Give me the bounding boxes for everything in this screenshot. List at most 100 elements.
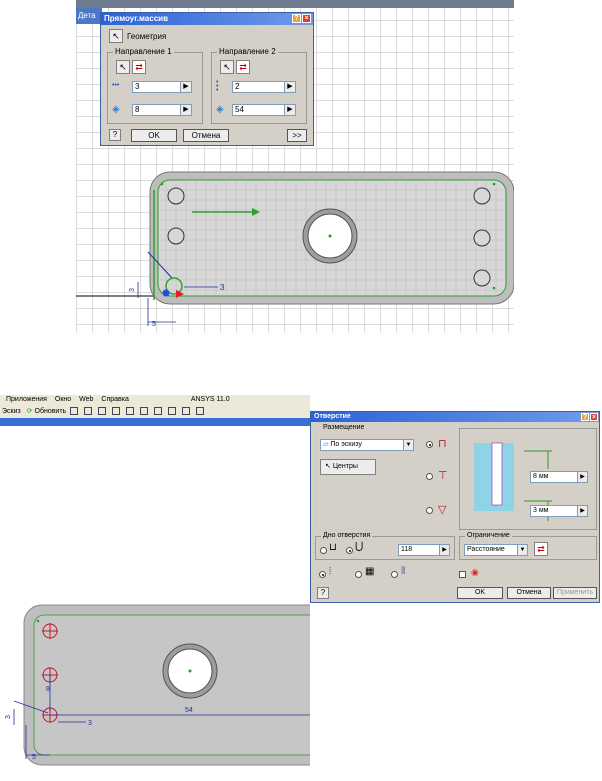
tool-icon[interactable] [112, 407, 121, 416]
cancel-button[interactable]: Отмена [183, 129, 229, 142]
help-icon[interactable]: ? [292, 14, 301, 23]
arrow-right-icon[interactable]: ▶ [284, 82, 295, 92]
tool-icon[interactable] [70, 407, 79, 416]
hole-sketch-canvas: 8 54 3 3 5 [5, 604, 310, 766]
dim-vertical-8[interactable]: 8 [46, 686, 50, 693]
tool-icon[interactable] [125, 407, 134, 416]
centers-label: Центры [332, 463, 358, 470]
menu-item[interactable]: Приложения [6, 396, 47, 403]
placement-group: Размещение ▱ По эскизу ▼ ↖ Центры ⊓ ⊤ ▽ [315, 423, 455, 530]
toolbar: Эскиз ⟳ Обновить [0, 405, 310, 418]
ok-button[interactable]: OK [131, 129, 177, 142]
dim-3[interactable]: 3 [88, 720, 92, 727]
direction-2-count-field[interactable]: 2 ▶ [232, 81, 296, 93]
arrow-right-icon[interactable]: ▶ [180, 82, 191, 92]
angle-bottom-radio[interactable] [346, 547, 353, 554]
direction-2-count: 2 [235, 82, 240, 91]
direction-2-distance: 54 [235, 105, 244, 114]
flip-direction-1-icon[interactable]: ⇄ [132, 60, 146, 74]
apply-button[interactable]: Применить [553, 587, 597, 599]
angle-value: 118 [401, 546, 413, 553]
hole-left-middle[interactable] [167, 227, 185, 245]
placement-dropdown[interactable]: ▱ По эскизу ▼ [320, 439, 414, 451]
arrow-right-icon[interactable]: ▶ [180, 105, 191, 115]
hole-right-bottom[interactable] [473, 269, 491, 287]
tool-icon[interactable] [153, 407, 162, 416]
direction-1-distance: 8 [135, 105, 140, 114]
arrow-right-icon[interactable]: ▶ [439, 545, 449, 555]
corner-point [36, 619, 40, 623]
seed-hole-center[interactable] [162, 289, 170, 297]
arrow-right-icon[interactable]: ▶ [577, 506, 587, 516]
hole-right-middle[interactable] [473, 229, 491, 247]
update-button[interactable]: Обновить [35, 408, 67, 415]
centers-select-button[interactable]: ↖ Центры [320, 459, 376, 475]
counterbore-radio[interactable] [426, 473, 433, 480]
dim-5[interactable]: 5 [32, 754, 36, 761]
direction-1-count: 3 [135, 82, 140, 91]
hole-left-top[interactable] [167, 187, 185, 205]
hole-right-top[interactable] [473, 187, 491, 205]
help-button-icon[interactable]: ? [317, 587, 329, 599]
countersink-icon: ▽ [438, 504, 447, 516]
simple-hole-radio[interactable] [319, 571, 326, 578]
direction-2-select-button[interactable]: ↖ [220, 60, 234, 74]
ipart-checkbox[interactable] [459, 571, 466, 578]
corner-point [160, 182, 164, 186]
more-button[interactable]: >> [287, 129, 307, 142]
tool-icon[interactable] [195, 407, 204, 416]
flat-bottom-radio[interactable] [320, 547, 327, 554]
flip-limit-icon[interactable]: ⇄ [534, 542, 548, 556]
direction-1-select-button[interactable]: ↖ [116, 60, 130, 74]
hole-preview: 8 мм ▶ 3 мм ▶ [459, 428, 597, 530]
close-icon[interactable]: × [590, 412, 598, 421]
help-button-icon[interactable]: ? [109, 129, 121, 141]
menu-item[interactable]: Web [79, 396, 93, 403]
geometry-select-button[interactable]: ↖ [109, 29, 123, 43]
tool-icon[interactable] [84, 407, 93, 416]
placement-option-radio[interactable] [426, 441, 433, 448]
direction-1-distance-field[interactable]: 8 ▶ [132, 104, 192, 116]
chevron-down-icon[interactable]: ▼ [517, 545, 527, 555]
arrow-right-icon[interactable]: ▶ [577, 472, 587, 482]
flip-direction-2-icon[interactable]: ⇄ [236, 60, 250, 74]
chevron-down-icon[interactable]: ▼ [403, 440, 413, 450]
limit-group: Ограничение Расстояние ▼ ⇄ [459, 531, 597, 560]
hole-bore [491, 442, 503, 506]
thread-hole-radio[interactable] [391, 571, 398, 578]
menu-item[interactable]: Окно [55, 396, 71, 403]
countersink-radio[interactable] [426, 507, 433, 514]
tool-icon[interactable] [139, 407, 148, 416]
depth-top-field[interactable]: 8 мм ▶ [530, 471, 588, 483]
menu-item[interactable]: ANSYS 11.0 [191, 396, 230, 403]
counterbore-icon: ⊤ [438, 470, 448, 482]
sketch-button[interactable]: Эскиз [2, 408, 21, 415]
dim-horizontal[interactable]: 3 [220, 283, 225, 292]
dim-offset[interactable]: 5 [152, 321, 156, 328]
tool-icon[interactable] [98, 407, 107, 416]
cancel-button[interactable]: Отмена [507, 587, 551, 599]
depth-bottom-field[interactable]: 3 мм ▶ [530, 505, 588, 517]
limit-dropdown[interactable]: Расстояние ▼ [464, 544, 528, 556]
angle-field[interactable]: 118 ▶ [398, 544, 450, 556]
arrow-right-icon[interactable]: ▶ [284, 105, 295, 115]
close-icon[interactable]: × [302, 14, 311, 23]
hole-bottom-group: Дно отверстия ⊔ ⋃ 118 ▶ [315, 531, 455, 560]
tool-icon[interactable] [181, 407, 190, 416]
help-icon[interactable]: ? [581, 412, 589, 421]
dim-horizontal-54[interactable]: 54 [185, 707, 193, 714]
dim-vertical[interactable]: 3 [129, 288, 136, 292]
menu-item[interactable]: Справка [101, 396, 128, 403]
tapped-hole-radio[interactable] [355, 571, 362, 578]
placement-value: По эскизу [330, 441, 362, 448]
dialog-title: Прямоуг.массив [104, 14, 168, 23]
menu-bar: Приложения Окно Web Справка ANSYS 11.0 [0, 395, 310, 405]
ok-button[interactable]: OK [457, 587, 503, 599]
dim-side[interactable]: 3 [5, 715, 12, 719]
tool-icon[interactable] [167, 407, 176, 416]
count-icon: ••• [112, 82, 120, 89]
direction-2-group: Направление 2 ↖ ⇄ • • • 2 ▶ ◈ 54 ▶ [211, 47, 307, 124]
direction-1-count-field[interactable]: 3 ▶ [132, 81, 192, 93]
depth-bottom-value: 3 мм [533, 507, 549, 514]
direction-2-distance-field[interactable]: 54 ▶ [232, 104, 296, 116]
